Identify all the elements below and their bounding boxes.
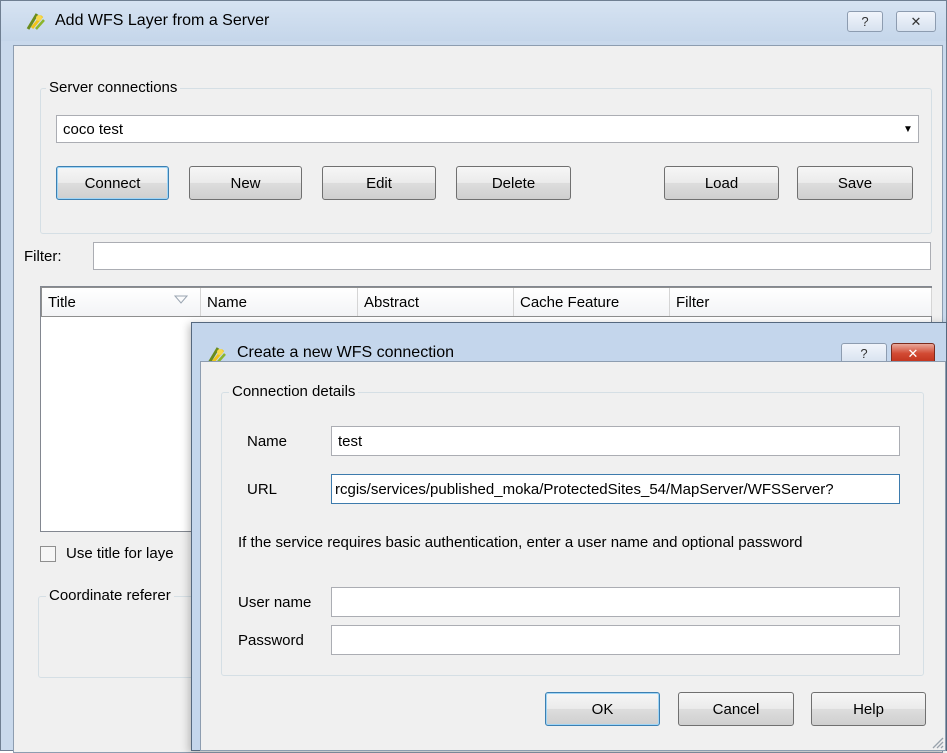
save-button[interactable]: Save: [797, 166, 913, 200]
username-label: User name: [238, 594, 312, 611]
auth-note: If the service requires basic authentica…: [238, 534, 803, 551]
chevron-down-icon[interactable]: ▼: [898, 116, 918, 142]
close-icon: ✕: [910, 13, 922, 29]
delete-button[interactable]: Delete: [456, 166, 571, 200]
filter-label: Filter:: [24, 248, 62, 265]
dialog-client-area: Connection details Name test URL rcgis/s…: [200, 361, 946, 751]
main-window-title: Add WFS Layer from a Server: [55, 12, 270, 29]
help-caption-button[interactable]: ?: [847, 11, 883, 32]
dialog-title: Create a new WFS connection: [237, 344, 454, 361]
use-title-label: Use title for laye: [66, 545, 174, 562]
use-title-checkbox[interactable]: [40, 546, 56, 562]
create-connection-dialog: Create a new WFS connection ? ✕ Connecti…: [191, 322, 947, 751]
sort-indicator-icon: [174, 295, 188, 304]
column-header-name[interactable]: Name: [201, 288, 358, 316]
column-header-cache-feature[interactable]: Cache Feature: [514, 288, 670, 316]
help-button[interactable]: Help: [811, 692, 926, 726]
help-icon: ?: [860, 346, 868, 361]
table-header: Title Name Abstract Cache Feature Filter: [41, 287, 932, 317]
column-header-abstract[interactable]: Abstract: [358, 288, 514, 316]
url-input[interactable]: rcgis/services/published_moka/ProtectedS…: [331, 474, 900, 504]
resize-grip-icon[interactable]: [930, 735, 944, 749]
edit-button[interactable]: Edit: [322, 166, 436, 200]
cancel-button[interactable]: Cancel: [678, 692, 794, 726]
crs-group-title: Coordinate referer: [46, 587, 174, 604]
name-input[interactable]: test: [331, 426, 900, 456]
server-connection-value: coco test: [63, 120, 124, 138]
server-connections-title: Server connections: [46, 79, 181, 96]
ok-button[interactable]: OK: [545, 692, 660, 726]
column-header-title[interactable]: Title: [42, 288, 201, 316]
connection-details-title: Connection details: [229, 383, 359, 400]
connect-button[interactable]: Connect: [56, 166, 169, 200]
password-label: Password: [238, 632, 304, 649]
password-input[interactable]: [331, 625, 900, 655]
main-titlebar: Add WFS Layer from a Server ? ✕: [1, 1, 946, 41]
help-icon: ?: [861, 14, 869, 29]
close-caption-button[interactable]: ✕: [896, 11, 936, 32]
new-button[interactable]: New: [189, 166, 302, 200]
close-icon: ✕: [907, 345, 919, 361]
server-connections-group: [40, 88, 932, 234]
filter-input[interactable]: [93, 242, 931, 270]
url-label: URL: [247, 481, 278, 498]
username-input[interactable]: [331, 587, 900, 617]
qgis-logo-icon: [26, 13, 45, 30]
server-connection-select[interactable]: coco test ▼: [56, 115, 919, 143]
name-label: Name: [247, 433, 288, 450]
load-button[interactable]: Load: [664, 166, 779, 200]
column-header-filter[interactable]: Filter: [670, 288, 932, 316]
